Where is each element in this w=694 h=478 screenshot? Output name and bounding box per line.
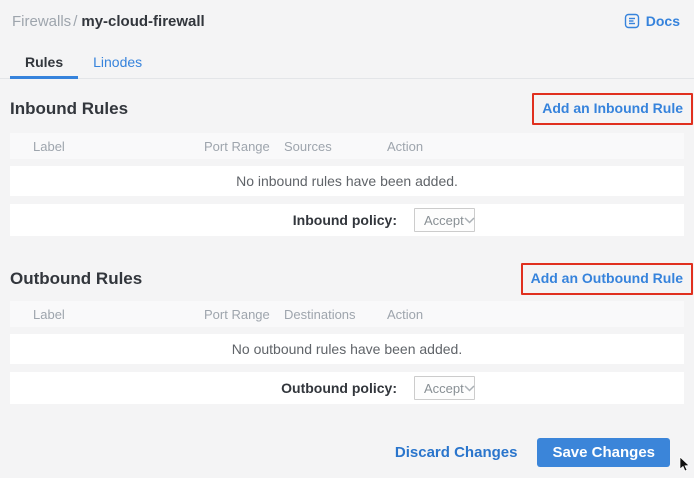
inbound-table-header: Label Port Range Sources Action xyxy=(10,133,684,159)
outbound-policy-row: Outbound policy: Accept xyxy=(10,372,684,404)
inbound-section-header: Inbound Rules Add an Inbound Rule xyxy=(0,93,694,125)
outbound-empty-row: No outbound rules have been added. xyxy=(10,334,684,364)
annotation-box-inbound: Add an Inbound Rule xyxy=(532,93,693,125)
discard-changes-button[interactable]: Discard Changes xyxy=(395,444,518,461)
column-header-action: Action xyxy=(387,139,467,154)
inbound-empty-row: No inbound rules have been added. xyxy=(10,166,684,196)
chevron-down-icon xyxy=(464,385,475,392)
column-header-destinations: Destinations xyxy=(284,307,387,322)
firewall-detail-page: Firewalls/my-cloud-firewall Docs Rules L… xyxy=(0,0,694,476)
inbound-policy-value: Accept xyxy=(424,213,464,228)
breadcrumb-separator: / xyxy=(73,13,77,30)
docs-link[interactable]: Docs xyxy=(624,13,682,29)
column-header-port-range: Port Range xyxy=(204,139,284,154)
outbound-section-header: Outbound Rules Add an Outbound Rule xyxy=(0,262,694,296)
outbound-policy-value: Accept xyxy=(424,381,464,396)
column-header-label: Label xyxy=(10,307,204,322)
column-header-sources: Sources xyxy=(284,139,387,154)
topbar: Firewalls/my-cloud-firewall Docs xyxy=(0,0,694,31)
outbound-policy-select[interactable]: Accept xyxy=(414,376,475,400)
inbound-rules-title: Inbound Rules xyxy=(10,99,128,119)
column-header-label: Label xyxy=(10,139,204,154)
footer-actions: Discard Changes Save Changes xyxy=(395,438,670,467)
save-changes-button[interactable]: Save Changes xyxy=(537,438,670,467)
mouse-cursor-icon xyxy=(679,457,691,473)
docs-label: Docs xyxy=(646,13,680,29)
document-icon xyxy=(624,13,640,29)
breadcrumb: Firewalls/my-cloud-firewall xyxy=(12,12,205,31)
breadcrumb-firewalls-link[interactable]: Firewalls xyxy=(12,13,71,30)
inbound-rules-table: Label Port Range Sources Action No inbou… xyxy=(10,133,684,236)
tab-bar: Rules Linodes xyxy=(0,48,694,79)
outbound-policy-label: Outbound policy: xyxy=(281,380,397,396)
outbound-rules-section: Outbound Rules Add an Outbound Rule Labe… xyxy=(0,262,694,404)
tab-linodes[interactable]: Linodes xyxy=(78,48,157,78)
annotation-box-outbound: Add an Outbound Rule xyxy=(521,263,693,295)
inbound-policy-select[interactable]: Accept xyxy=(414,208,475,232)
inbound-empty-message: No inbound rules have been added. xyxy=(236,173,458,189)
column-header-port-range: Port Range xyxy=(204,307,284,322)
inbound-policy-row: Inbound policy: Accept xyxy=(10,204,684,236)
inbound-rules-section: Inbound Rules Add an Inbound Rule Label … xyxy=(0,93,694,236)
breadcrumb-current-firewall: my-cloud-firewall xyxy=(81,13,204,30)
outbound-rules-title: Outbound Rules xyxy=(10,269,142,289)
outbound-table-header: Label Port Range Destinations Action xyxy=(10,301,684,327)
outbound-rules-table: Label Port Range Destinations Action No … xyxy=(10,301,684,404)
inbound-policy-label: Inbound policy: xyxy=(293,212,397,228)
column-header-action: Action xyxy=(387,307,467,322)
add-outbound-rule-button[interactable]: Add an Outbound Rule xyxy=(531,270,683,286)
tab-rules[interactable]: Rules xyxy=(10,48,78,78)
add-inbound-rule-button[interactable]: Add an Inbound Rule xyxy=(542,100,683,116)
outbound-empty-message: No outbound rules have been added. xyxy=(232,341,462,357)
chevron-down-icon xyxy=(464,217,475,224)
